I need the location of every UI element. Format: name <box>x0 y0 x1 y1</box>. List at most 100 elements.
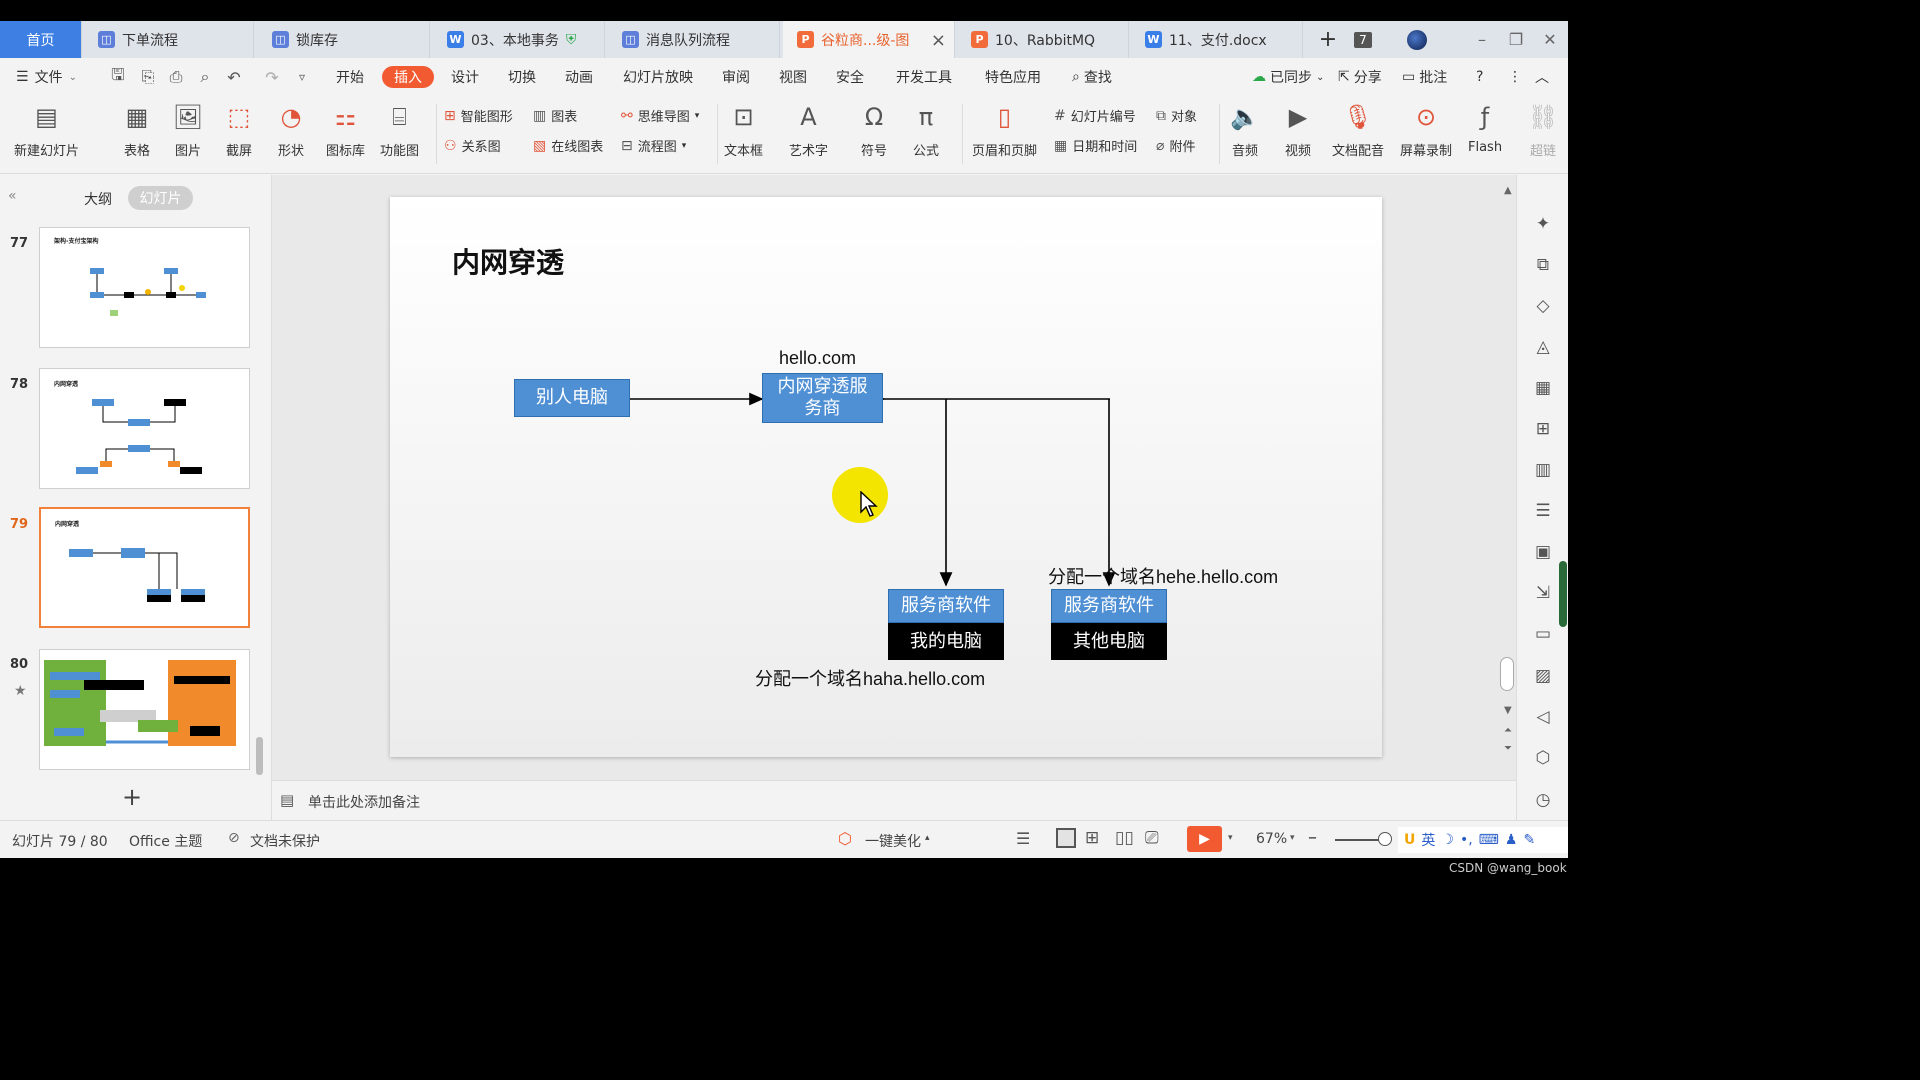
textbox-button[interactable]: ⊡ 文本框 <box>724 100 763 159</box>
editor-scrollbar[interactable] <box>1500 657 1514 691</box>
slide-thumb-80[interactable] <box>39 649 250 770</box>
fill-icon[interactable]: ◬ <box>1532 336 1554 358</box>
format-painter-icon[interactable]: ⎘ <box>138 67 158 87</box>
other-pc-box[interactable]: 别人电脑 <box>514 379 630 417</box>
redo-icon[interactable]: ↷ <box>262 67 282 87</box>
archive-icon[interactable]: ▭ <box>1532 623 1554 645</box>
tab-order-flow[interactable]: ◫ 下单流程 <box>84 21 254 58</box>
slides-tab[interactable]: 幻灯片 <box>128 186 193 210</box>
tab-rabbitmq[interactable]: P 10、RabbitMQ <box>957 21 1129 58</box>
video-button[interactable]: ▶ 视频 <box>1281 100 1315 159</box>
assign-hehe-domain-label[interactable]: 分配一个域名hehe.hello.com <box>1048 563 1278 589</box>
collapse-ribbon-icon[interactable]: ︿ <box>1535 66 1549 88</box>
slide-thumb-79-selected[interactable]: 内网穿透 <box>39 507 250 628</box>
normal-view-icon[interactable] <box>1056 828 1076 848</box>
avatar[interactable] <box>1400 21 1434 58</box>
menu-slideshow[interactable]: 幻灯片放映 <box>623 66 693 88</box>
hyperlink-button[interactable]: ⛓ 超链 <box>1526 100 1560 159</box>
smart-shape-button[interactable]: ⊞ 智能图形 <box>444 106 513 126</box>
adjust-icon[interactable]: ☰ <box>1532 500 1554 522</box>
gallery-icon[interactable]: ▣ <box>1532 541 1554 563</box>
datetime-button[interactable]: ▦ 日期和时间 <box>1054 136 1137 156</box>
grid-icon[interactable]: ⊞ <box>1532 418 1554 440</box>
provider-software-box-1[interactable]: 服务商软件 <box>888 589 1004 623</box>
tab-local-transaction[interactable]: W 03、本地事务 ⛨ <box>433 21 605 58</box>
sorter-view-icon[interactable]: ⊞ <box>1085 828 1099 848</box>
prev-slide-icon[interactable]: ⏶ <box>1504 725 1512 736</box>
beautify-button[interactable]: 一键美化 <box>865 831 921 851</box>
object-button[interactable]: ⧉ 对象 <box>1156 106 1197 126</box>
function-chart-button[interactable]: ⌸ 功能图 <box>380 100 419 159</box>
header-footer-button[interactable]: ▯ 页眉和页脚 <box>972 100 1037 159</box>
provider-box[interactable]: 内网穿透服务商 <box>762 373 883 423</box>
reading-view-icon[interactable]: ▯▯ <box>1115 828 1134 848</box>
print-preview-icon[interactable]: ⌕ <box>195 67 215 87</box>
minimize-icon[interactable]: – <box>1465 21 1499 58</box>
icon-library-button[interactable]: ⚏ 图标库 <box>326 100 365 159</box>
undo-icon[interactable]: ↶ <box>224 67 244 87</box>
panel-scrollbar[interactable] <box>256 737 263 775</box>
zoom-out-icon[interactable]: – <box>1308 827 1317 848</box>
domain-hello-label[interactable]: hello.com <box>779 348 856 369</box>
side-handle[interactable] <box>1559 561 1567 627</box>
layers-icon[interactable]: ⧉ <box>1532 254 1554 276</box>
restore-icon[interactable]: ❐ <box>1499 21 1533 58</box>
table-button[interactable]: ▦ 表格 <box>120 100 154 159</box>
slide-thumb-77[interactable]: 架构-支付宝架构 <box>39 227 250 348</box>
flowchart-button[interactable]: ⊟ 流程图 ▾ <box>621 136 686 156</box>
sync-button[interactable]: ☁ 已同步 ⌄ <box>1252 66 1324 88</box>
scroll-down-icon[interactable]: ▼ <box>1504 705 1512 716</box>
symbol-button[interactable]: Ω 符号 <box>857 100 891 159</box>
print-icon[interactable]: ⎙ <box>166 67 186 87</box>
add-slide-icon[interactable]: + <box>122 783 142 811</box>
flash-button[interactable]: ƒ Flash <box>1468 100 1502 155</box>
theme-name[interactable]: Office 主题 <box>129 831 202 851</box>
menu-security[interactable]: 安全 <box>836 66 864 88</box>
shape-button[interactable]: ◔ 形状 <box>274 100 308 159</box>
search-button[interactable]: ⌕ 查找 <box>1072 66 1112 88</box>
export-icon[interactable]: ⇲ <box>1532 582 1554 604</box>
wordart-button[interactable]: A 艺术字 <box>789 100 828 159</box>
tab-gulimall-ppt[interactable]: P 谷粒商...级-图 × <box>783 21 955 58</box>
menu-transition[interactable]: 切换 <box>508 66 536 88</box>
close-tab-icon[interactable]: × <box>931 30 946 51</box>
menu-insert[interactable]: 插入 <box>382 66 434 88</box>
formula-button[interactable]: π 公式 <box>909 100 943 159</box>
other-computer-box[interactable]: 其他电脑 <box>1051 623 1167 660</box>
notes-toggle-icon[interactable]: ☰ <box>1016 829 1030 848</box>
slide-number-button[interactable]: # 幻灯片编号 <box>1054 106 1136 126</box>
slide-thumb-78[interactable]: 内网穿透 <box>39 368 250 489</box>
screenshot-button[interactable]: ⬚ 截屏 <box>222 100 256 159</box>
sound-icon[interactable]: ◁ <box>1532 706 1554 728</box>
current-slide-canvas[interactable]: 内网穿透 别人电脑 hello.com 内网穿透服务商 服务商软件 我的电脑 服… <box>390 197 1382 757</box>
tab-mq-flow[interactable]: ◫ 消息队列流程 <box>608 21 780 58</box>
shield-icon[interactable]: ⬡ <box>1532 747 1554 769</box>
pin-icon[interactable]: ✦ <box>1532 213 1554 235</box>
presenter-view-icon[interactable]: ⎚ <box>1145 828 1159 848</box>
tab-count-badge[interactable]: 7 <box>1346 21 1380 58</box>
more-icon[interactable]: ⋮ <box>1508 66 1522 88</box>
collapse-panel-icon[interactable]: « <box>8 188 17 204</box>
menu-animation[interactable]: 动画 <box>565 66 593 88</box>
tab-home[interactable]: 首页 <box>0 21 82 58</box>
help-icon[interactable]: ? <box>1476 66 1483 88</box>
menu-review[interactable]: 审阅 <box>722 66 750 88</box>
close-window-icon[interactable]: ✕ <box>1533 21 1567 58</box>
menu-features[interactable]: 特色应用 <box>985 66 1041 88</box>
menu-design[interactable]: 设计 <box>451 66 479 88</box>
doc-protect-status[interactable]: 文档未保护 <box>250 831 320 851</box>
chevron-down-icon[interactable]: ▾ <box>1290 833 1295 843</box>
audio-button[interactable]: 🔈 音频 <box>1228 100 1262 159</box>
picture-button[interactable]: 🖼 图片 <box>171 100 205 159</box>
notes-pane[interactable]: ▤ 单击此处添加备注 <box>272 780 1516 820</box>
comment-button[interactable]: ▭ 批注 <box>1402 66 1447 88</box>
screen-record-button[interactable]: ⊙ 屏幕录制 <box>1400 100 1452 159</box>
chart-button[interactable]: ▥ 图表 <box>533 106 577 126</box>
relation-chart-button[interactable]: ⚇ 关系图 <box>444 136 501 156</box>
shapes-icon[interactable]: ◇ <box>1532 295 1554 317</box>
attachment-button[interactable]: ⌀ 附件 <box>1156 136 1195 156</box>
scroll-up-icon[interactable]: ▲ <box>1504 185 1512 196</box>
doc-dub-button[interactable]: 🎙 文档配音 <box>1332 100 1384 159</box>
save-icon[interactable]: 🖫 <box>108 65 128 87</box>
new-tab-plus-icon[interactable]: + <box>1311 21 1345 58</box>
